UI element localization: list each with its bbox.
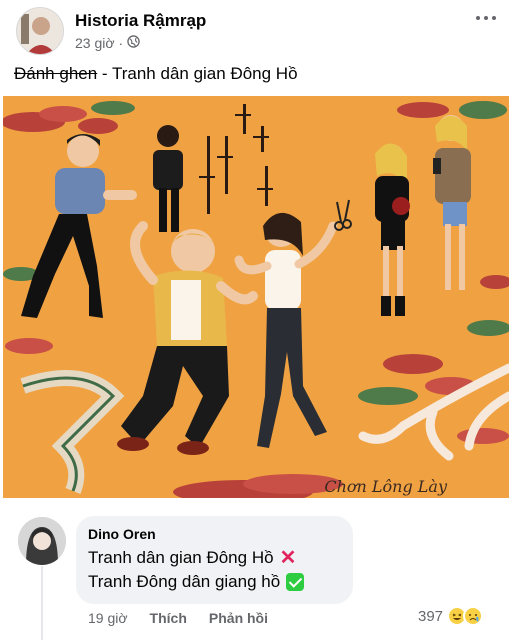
separator-dot: · bbox=[118, 35, 124, 51]
cross-mark-icon: ✕ bbox=[279, 547, 297, 569]
comment-actions: 19 giờ Thích Phản hồi bbox=[88, 610, 268, 626]
commenter-avatar[interactable] bbox=[18, 517, 66, 565]
pine-top-left bbox=[91, 101, 135, 115]
comment-line-1: Tranh dân gian Đông Hồ ✕ bbox=[88, 546, 341, 570]
post-meta: 23 giờ · bbox=[75, 35, 140, 51]
comment-line-2-text: Tranh Đông dân giang hồ bbox=[88, 572, 281, 591]
comment-line-1-text: Tranh dân gian Đông Hồ bbox=[88, 548, 274, 567]
more-options-icon[interactable] bbox=[470, 8, 502, 28]
comment-reactions[interactable]: 397 bbox=[418, 606, 484, 626]
post-caption: Đánh ghen - Tranh dân gian Đông Hồ bbox=[14, 64, 298, 84]
artist-signature: Chơn Lông Lày bbox=[324, 477, 447, 496]
globe-icon bbox=[127, 35, 140, 51]
thread-line bbox=[41, 566, 43, 640]
sad-emoji-icon bbox=[463, 606, 484, 626]
caption-struck-text: Đánh ghen bbox=[14, 64, 98, 83]
caption-text: - Tranh dân gian Đông Hồ bbox=[97, 64, 298, 83]
comment-line-2: Tranh Đông dân giang hồ bbox=[88, 570, 341, 594]
like-button[interactable]: Thích bbox=[150, 610, 187, 626]
page-name[interactable]: Historia Rậmrạp bbox=[75, 11, 206, 31]
comment-bubble: Dino Oren Tranh dân gian Đông Hồ ✕ Tranh… bbox=[76, 516, 353, 604]
comment-time[interactable]: 19 giờ bbox=[88, 610, 128, 626]
post-header: Historia Rậmrạp 23 giờ · bbox=[0, 0, 512, 62]
post-image[interactable]: Chơn Lông Lày bbox=[3, 96, 509, 498]
check-mark-icon bbox=[286, 573, 305, 591]
post-time[interactable]: 23 giờ bbox=[75, 35, 115, 51]
reply-button[interactable]: Phản hồi bbox=[209, 610, 268, 626]
page-avatar[interactable] bbox=[16, 7, 64, 55]
comment-author[interactable]: Dino Oren bbox=[88, 526, 341, 542]
reaction-count: 397 bbox=[418, 607, 444, 625]
